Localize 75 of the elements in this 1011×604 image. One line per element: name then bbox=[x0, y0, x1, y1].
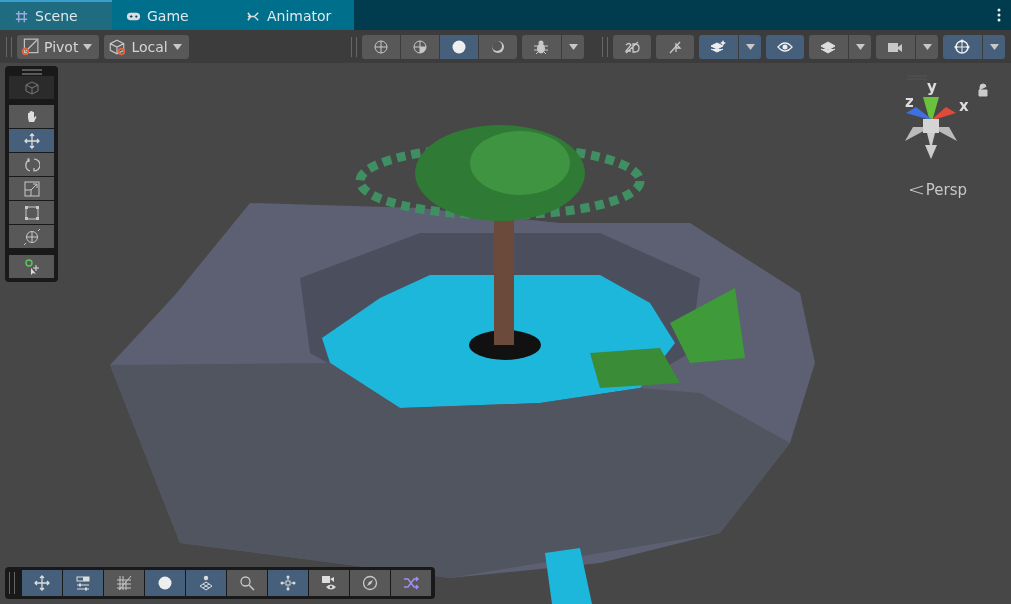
axis-gizmo-drawing[interactable]: y z x bbox=[901, 71, 991, 166]
toolbar-button[interactable] bbox=[522, 34, 584, 59]
axis-label: x bbox=[959, 97, 969, 115]
tool-button[interactable] bbox=[9, 129, 54, 152]
tab[interactable]: Animator bbox=[224, 0, 354, 30]
half-globe-icon bbox=[412, 38, 428, 55]
projection-toggle[interactable]: Persp bbox=[908, 181, 967, 199]
compass-icon bbox=[362, 575, 378, 591]
add-point-icon bbox=[23, 258, 40, 275]
overlay-button[interactable] bbox=[268, 570, 308, 596]
toolbar-button[interactable] bbox=[943, 34, 1005, 59]
move-icon bbox=[34, 575, 50, 591]
caret-icon bbox=[855, 43, 865, 50]
tool-button[interactable] bbox=[9, 255, 54, 278]
circle-icon bbox=[451, 38, 467, 55]
tab[interactable]: Game bbox=[112, 0, 224, 30]
globe-icon bbox=[373, 38, 389, 55]
toolbar-button[interactable] bbox=[699, 34, 761, 59]
sliders-icon bbox=[75, 575, 91, 591]
dropdown[interactable]: Pivot bbox=[17, 34, 100, 59]
overlay-button[interactable] bbox=[391, 570, 431, 596]
layers-sparkle-icon bbox=[710, 38, 726, 55]
toolbar-button[interactable] bbox=[656, 34, 694, 59]
overlay-button[interactable] bbox=[104, 570, 144, 596]
caret-icon bbox=[83, 43, 93, 50]
tool-button[interactable] bbox=[9, 153, 54, 176]
cube-icon bbox=[23, 79, 40, 96]
camera-eye-icon bbox=[321, 575, 337, 591]
axis-label: y bbox=[927, 78, 937, 96]
toolbar-button[interactable] bbox=[613, 34, 651, 59]
move-icon bbox=[23, 132, 40, 149]
toolbar-button[interactable] bbox=[809, 34, 871, 59]
overlay-button[interactable] bbox=[350, 570, 390, 596]
dot-grid-icon bbox=[198, 575, 214, 591]
perspective-icon bbox=[908, 185, 923, 195]
grid-icon bbox=[14, 8, 29, 24]
rect-tool-icon bbox=[23, 204, 40, 221]
toolbar-button[interactable] bbox=[766, 34, 804, 59]
crescent-icon bbox=[490, 38, 506, 55]
pivot-icon bbox=[21, 37, 39, 56]
toolbar-button[interactable] bbox=[479, 34, 517, 59]
toolbar-button[interactable] bbox=[876, 34, 938, 59]
bug-icon bbox=[533, 38, 549, 55]
tool-button[interactable] bbox=[9, 105, 54, 128]
axis-label: z bbox=[905, 93, 914, 111]
overlay-button[interactable] bbox=[63, 570, 103, 596]
caret-icon bbox=[172, 43, 182, 50]
orbit-icon bbox=[954, 38, 970, 55]
overlay-button[interactable] bbox=[145, 570, 185, 596]
toolbar-button[interactable] bbox=[440, 34, 478, 59]
rotate-icon bbox=[23, 156, 40, 173]
dropdown[interactable]: Local bbox=[104, 34, 189, 59]
nodes-icon bbox=[280, 575, 296, 591]
overlay-button[interactable] bbox=[22, 570, 62, 596]
transform-icon bbox=[23, 228, 40, 245]
overlay-button[interactable] bbox=[227, 570, 267, 596]
circle-icon bbox=[157, 575, 173, 591]
scale-icon bbox=[23, 180, 40, 197]
caret-icon bbox=[922, 43, 932, 50]
overlay-button[interactable] bbox=[186, 570, 226, 596]
tool-button[interactable] bbox=[9, 225, 54, 248]
caret-icon bbox=[745, 43, 755, 50]
shuffle-icon bbox=[403, 575, 419, 591]
overlay-button[interactable] bbox=[309, 570, 349, 596]
caret-icon bbox=[989, 43, 999, 50]
toolbar-button[interactable] bbox=[401, 34, 439, 59]
search-icon bbox=[239, 575, 255, 591]
toolbar-button[interactable] bbox=[362, 34, 400, 59]
grid-slash-icon bbox=[116, 575, 132, 591]
more-icon[interactable] bbox=[997, 8, 1001, 22]
tab[interactable]: Scene bbox=[0, 0, 112, 30]
cube-icon bbox=[108, 37, 127, 56]
caret-icon bbox=[568, 43, 578, 50]
tool-button[interactable] bbox=[9, 201, 54, 224]
drag-handle-icon[interactable] bbox=[21, 69, 42, 75]
